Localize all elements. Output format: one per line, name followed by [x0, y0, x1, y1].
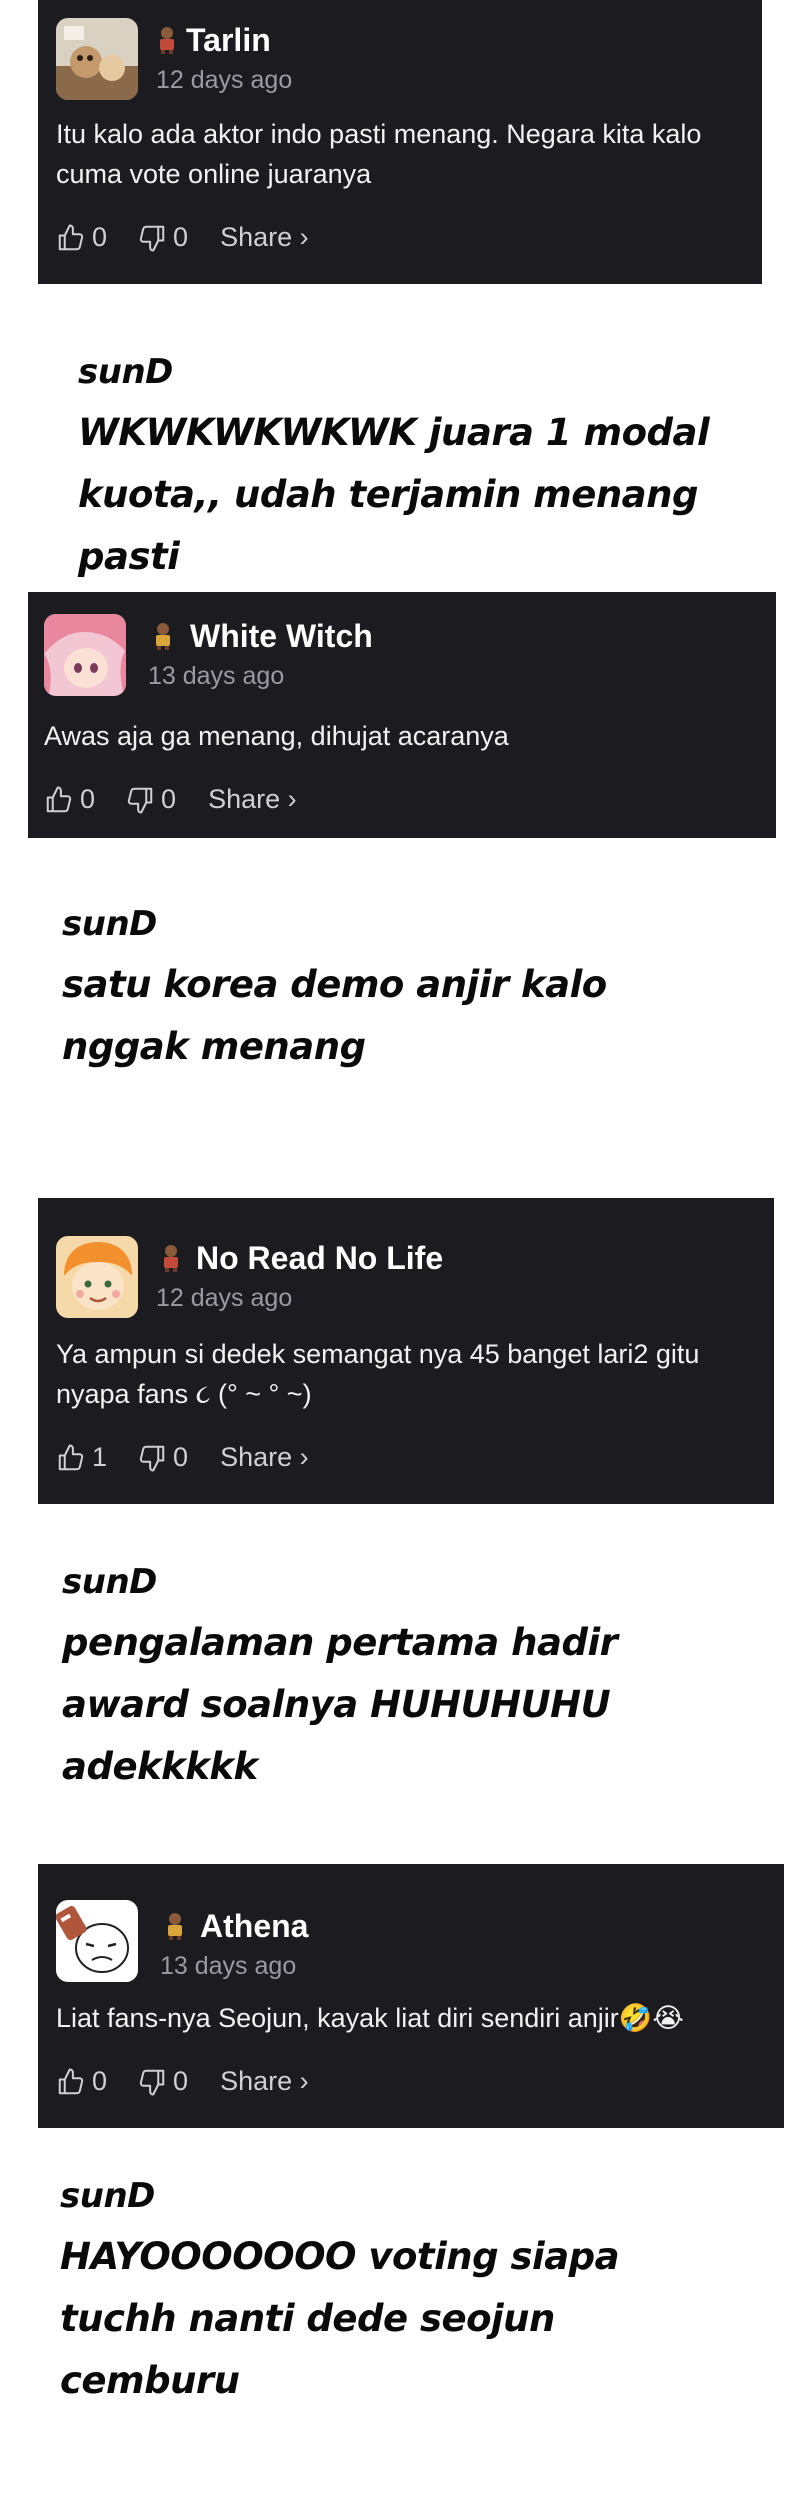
username[interactable]: White Witch	[190, 618, 373, 655]
thumbs-up-icon	[58, 2068, 84, 2094]
comment-text: Liat fans-nya Seojun, kayak liat diri se…	[56, 2003, 684, 2033]
comment-card: No Read No Life 12 days ago Ya ampun si …	[38, 1198, 774, 1504]
like-count: 0	[92, 2066, 108, 2096]
comment-actions: 1 0 Share ›	[56, 1442, 309, 1473]
user-avatar[interactable]	[56, 18, 138, 100]
like-count: 0	[80, 784, 96, 814]
like-button[interactable]: 0	[56, 2066, 137, 2097]
thumbs-down-icon	[139, 2069, 165, 2095]
timestamp: 12 days ago	[156, 66, 293, 94]
username[interactable]: Athena	[200, 1908, 308, 1945]
user-avatar[interactable]	[56, 1236, 138, 1318]
reply-text: WKWKWKWKWK juara 1 modal kuota,, udah te…	[78, 411, 710, 578]
reply-block: sunD satu korea demo anjir kalo nggak me…	[62, 904, 702, 1078]
comment-text: Itu kalo ada aktor indo pasti menang. Ne…	[56, 119, 702, 189]
reply-block: sunD WKWKWKWKWK juara 1 modal kuota,, ud…	[78, 352, 758, 588]
dislike-button[interactable]: 0	[137, 2066, 218, 2097]
share-button[interactable]: Share ›	[220, 1442, 309, 1473]
meme-face-avatar-icon	[56, 1900, 138, 1982]
reply-text: satu korea demo anjir kalo nggak menang	[62, 963, 607, 1068]
rank-badge-icon	[160, 27, 174, 54]
reply-author: sunD	[62, 1562, 157, 1602]
reply-author: sunD	[60, 2176, 155, 2216]
thumbs-down-icon	[139, 1445, 165, 1471]
like-button[interactable]: 0	[44, 784, 125, 815]
thumbs-up-icon	[58, 224, 84, 250]
like-count: 0	[92, 222, 108, 252]
anime-girl-avatar-icon	[44, 614, 126, 696]
rank-badge-icon	[168, 1913, 182, 1940]
dislike-button[interactable]: 0	[125, 784, 206, 815]
comment-text: Ya ampun si dedek semangat nya 45 banget…	[56, 1339, 700, 1409]
reply-block: sunD pengalaman pertama hadir award soal…	[62, 1562, 722, 1798]
rank-badge-icon	[164, 1245, 178, 1272]
comment-card: White Witch 13 days ago Awas aja ga mena…	[28, 592, 776, 838]
dislike-count: 0	[173, 1442, 189, 1472]
share-button[interactable]: Share ›	[220, 2066, 309, 2097]
thumbs-down-icon	[127, 787, 153, 813]
like-button[interactable]: 1	[56, 1442, 137, 1473]
dislike-count: 0	[173, 2066, 189, 2096]
reply-author: sunD	[78, 352, 173, 392]
username[interactable]: Tarlin	[186, 22, 271, 59]
reply-author: sunD	[62, 904, 157, 944]
thumbs-down-icon	[139, 225, 165, 251]
photo-avatar-icon	[56, 18, 138, 100]
comment-card: Athena 13 days ago Liat fans-nya Seojun,…	[38, 1864, 784, 2128]
thumbs-up-icon	[58, 1444, 84, 1470]
thumbs-up-icon	[46, 786, 72, 812]
dislike-button[interactable]: 0	[137, 222, 218, 253]
timestamp: 13 days ago	[160, 1952, 297, 1980]
rank-badge-icon	[156, 623, 170, 650]
dislike-count: 0	[173, 222, 189, 252]
like-count: 1	[92, 1442, 108, 1472]
dislike-count: 0	[161, 784, 177, 814]
reply-text: pengalaman pertama hadir award soalnya H…	[62, 1621, 618, 1788]
comment-actions: 0 0 Share ›	[56, 222, 309, 253]
share-button[interactable]: Share ›	[220, 222, 309, 253]
user-avatar[interactable]	[44, 614, 126, 696]
comment-actions: 0 0 Share ›	[56, 2066, 309, 2097]
comment-card: Tarlin 12 days ago Itu kalo ada aktor in…	[38, 0, 762, 284]
username[interactable]: No Read No Life	[196, 1240, 443, 1277]
share-button[interactable]: Share ›	[208, 784, 297, 815]
user-avatar[interactable]	[56, 1900, 138, 1982]
timestamp: 12 days ago	[156, 1284, 293, 1312]
reply-text: HAYOOOOOOO voting siapa tuchh nanti dede…	[60, 2235, 620, 2402]
dislike-button[interactable]: 0	[137, 1442, 218, 1473]
timestamp: 13 days ago	[148, 662, 285, 690]
comment-text: Awas aja ga menang, dihujat acaranya	[44, 721, 509, 751]
like-button[interactable]: 0	[56, 222, 137, 253]
cartoon-boy-avatar-icon	[56, 1236, 138, 1318]
comment-actions: 0 0 Share ›	[44, 784, 297, 815]
reply-block: sunD HAYOOOOOOO voting siapa tuchh nanti…	[60, 2176, 720, 2412]
